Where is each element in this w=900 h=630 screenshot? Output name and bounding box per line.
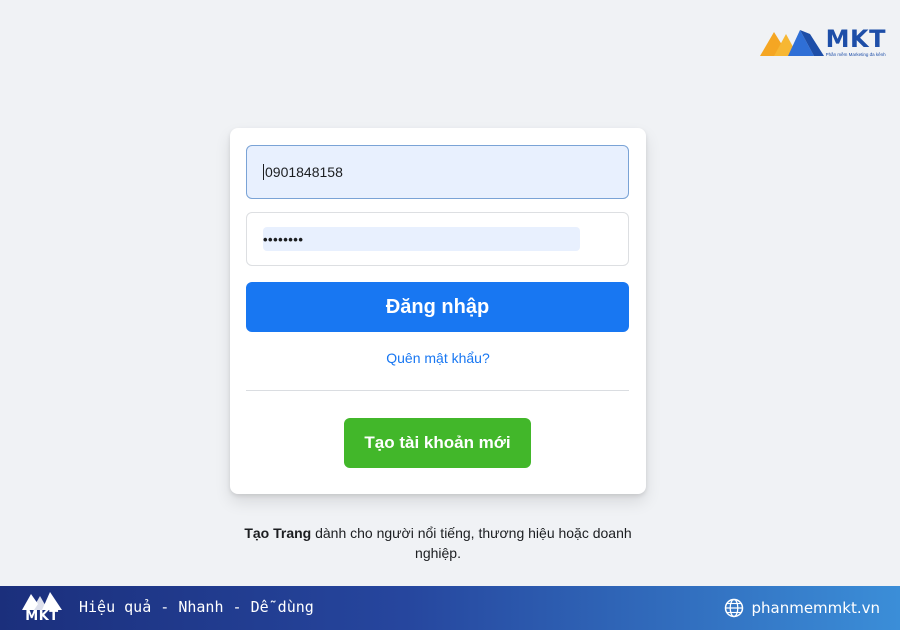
- create-page-text: dành cho người nổi tiếng, thương hiệu ho…: [311, 525, 632, 561]
- login-card: 0901848158 •••••••• Đăng nhập Quên mật k…: [230, 128, 646, 494]
- forgot-password-link[interactable]: Quên mật khẩu?: [230, 350, 646, 366]
- phone-input-value: 0901848158: [265, 164, 343, 180]
- brand-name: MKT: [825, 25, 886, 53]
- mkt-logo-icon: [22, 592, 62, 610]
- banner-logo: MKT: [18, 590, 66, 626]
- create-account-button[interactable]: Tạo tài khoản mới: [344, 418, 531, 468]
- brand-tagline: Phần mềm Marketing đa kênh: [825, 52, 886, 57]
- brand-logo: MKT Phần mềm Marketing đa kênh: [759, 25, 886, 58]
- text-caret: [263, 164, 264, 180]
- footer-banner: MKT Hiệu quả - Nhanh - Dễ dùng phanmemmk…: [0, 586, 900, 630]
- autofill-highlight: [263, 227, 580, 251]
- password-mask: ••••••••: [263, 231, 304, 247]
- banner-slogan: Hiệu quả - Nhanh - Dễ dùng: [79, 598, 314, 616]
- password-input[interactable]: ••••••••: [246, 212, 629, 266]
- create-page-link[interactable]: Tạo Trang: [244, 525, 311, 541]
- create-page-note: Tạo Trang dành cho người nổi tiếng, thươ…: [228, 523, 648, 563]
- login-button[interactable]: Đăng nhập: [246, 282, 629, 332]
- mkt-logo-icon: [759, 30, 824, 56]
- website-text: phanmemmkt.vn: [751, 599, 880, 617]
- globe-icon: [725, 598, 744, 618]
- divider: [246, 390, 629, 391]
- phone-input[interactable]: 0901848158: [246, 145, 629, 199]
- banner-logo-text: MKT: [25, 609, 59, 624]
- banner-website[interactable]: phanmemmkt.vn: [724, 598, 880, 618]
